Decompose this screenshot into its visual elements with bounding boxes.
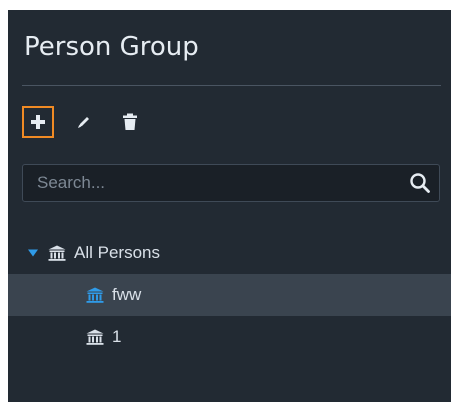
group-tree: All Persons fww 1 — [8, 232, 451, 358]
caret-down-icon[interactable] — [28, 248, 38, 258]
institution-icon — [86, 329, 104, 345]
tree-node-label: All Persons — [74, 243, 160, 262]
group-toolbar — [22, 106, 160, 138]
trash-icon — [123, 113, 137, 130]
tree-node-fww[interactable]: fww — [8, 274, 451, 316]
title-divider — [22, 85, 441, 86]
tree-node-1[interactable]: 1 — [8, 316, 451, 358]
plus-icon — [31, 115, 45, 129]
tree-node-all-persons[interactable]: All Persons — [8, 232, 451, 274]
add-group-button[interactable] — [22, 106, 54, 138]
panel-title: Person Group — [24, 32, 199, 62]
institution-icon — [48, 245, 66, 261]
institution-icon — [86, 287, 104, 303]
search-input[interactable] — [23, 165, 407, 201]
tree-node-label: 1 — [112, 327, 122, 346]
tree-node-label: fww — [112, 285, 142, 304]
person-group-panel: Person Group Search... All Persons fww 1 — [8, 10, 451, 402]
delete-group-button[interactable] — [114, 106, 146, 138]
search-box — [22, 164, 440, 202]
edit-group-button[interactable] — [68, 106, 100, 138]
search-icon[interactable] — [409, 172, 431, 194]
pencil-icon — [78, 117, 89, 128]
